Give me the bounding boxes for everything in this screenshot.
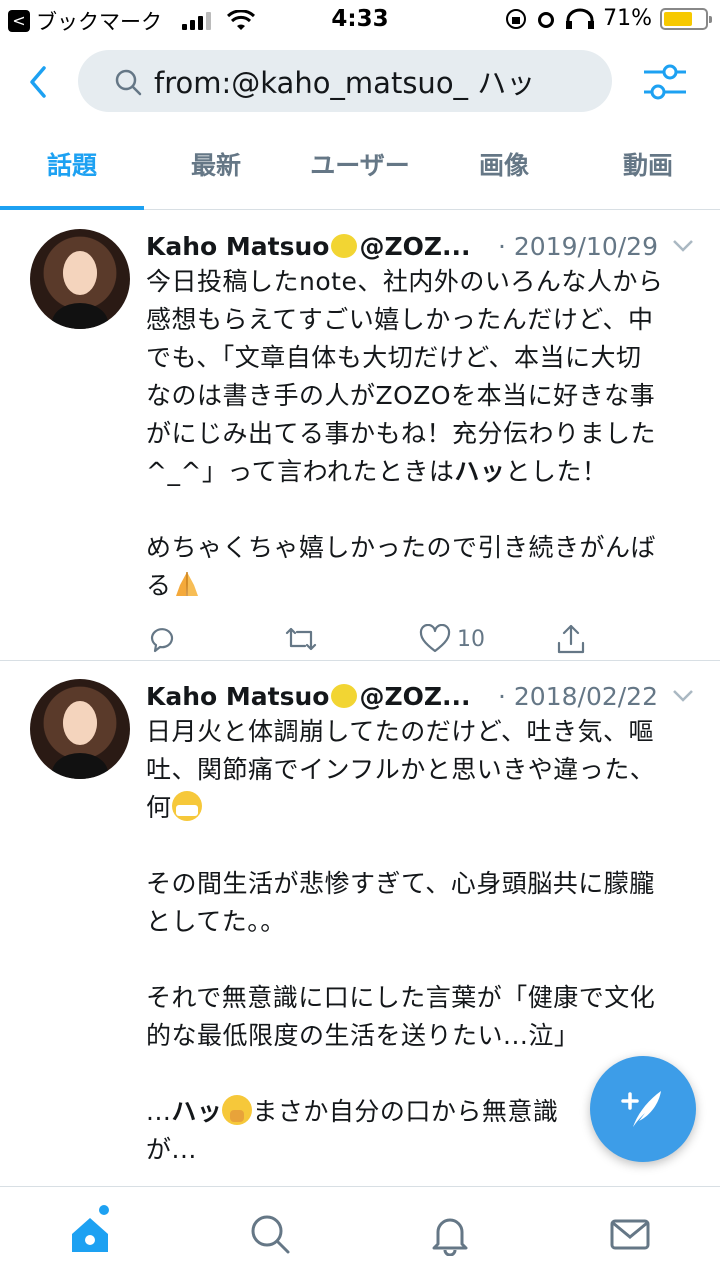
search-header: from:@kaho_matsuo_ ハッ [0,40,720,130]
share-button[interactable] [556,623,693,655]
explore-icon [251,1215,290,1253]
tweet-feed: Kaho Matsuo @ZOZ... · 2019/10/29 今日投稿したn… [0,211,720,1187]
bottom-nav [0,1186,720,1280]
author-name[interactable]: Kaho Matsuo [146,682,329,711]
tab-videos[interactable]: 動画 [576,130,720,209]
status-bar: < ブックマーク 4:33 71% [0,0,720,40]
folded-hands-emoji-icon [175,572,198,596]
reply-icon [150,628,174,653]
lemon-emoji-icon [331,684,358,708]
retweet-icon [285,627,316,651]
compose-button[interactable] [590,1056,696,1162]
notifications-icon [432,1218,468,1256]
like-button[interactable]: 10 [419,624,556,654]
author-handle[interactable]: @ZOZ... [359,682,470,711]
nav-messages[interactable] [540,1187,720,1280]
search-tabs: 話題 最新 ユーザー 画像 動画 [0,130,720,210]
share-icon [557,624,584,654]
chevron-down-icon[interactable] [672,239,694,253]
avatar[interactable] [30,229,130,329]
chevron-down-icon[interactable] [672,689,694,703]
new-content-dot [99,1205,109,1215]
tab-photos[interactable]: 画像 [432,130,576,209]
lemon-emoji-icon [331,234,358,258]
heart-icon [419,624,451,653]
author-name[interactable]: Kaho Matsuo [146,232,329,261]
battery-percent: 71% [603,6,652,31]
tweet-header: Kaho Matsuo @ZOZ... · 2018/02/22 [146,679,692,713]
nav-home[interactable] [0,1187,180,1280]
filter-icon[interactable] [640,60,690,104]
retweet-button[interactable] [283,624,420,654]
reply-button[interactable] [146,624,283,654]
tweet[interactable]: Kaho Matsuo @ZOZ... · 2019/10/29 今日投稿したn… [0,211,720,661]
search-query[interactable]: from:@kaho_matsuo_ ハッ [154,60,574,102]
compose-icon [621,1091,661,1127]
nav-explore[interactable] [180,1187,360,1280]
tab-top[interactable]: 話題 [0,130,144,210]
alarm-icon [538,11,555,28]
tweet-date: · 2018/02/22 [498,681,658,711]
tweet-date: · 2019/10/29 [498,231,658,261]
orientation-lock-icon [506,8,527,29]
back-chevron-icon[interactable] [22,62,54,102]
author-handle[interactable]: @ZOZ... [359,232,470,261]
tweet-text: 今日投稿したnote、社内外のいろんな人から 感想もらえてすごい嬉しかったんだけ… [146,267,664,600]
headphones-icon [566,8,595,29]
hand-over-mouth-emoji-icon [222,1095,253,1125]
search-input[interactable]: from:@kaho_matsuo_ ハッ [78,50,612,112]
tab-latest[interactable]: 最新 [144,130,288,209]
avatar[interactable] [30,679,130,779]
battery-icon [660,7,712,30]
nav-notifications[interactable] [360,1187,540,1280]
search-icon [115,69,142,96]
home-icon [72,1217,108,1252]
face-with-mask-emoji-icon [171,791,202,821]
messages-icon [610,1219,650,1249]
like-count: 10 [457,626,485,652]
tweet-header: Kaho Matsuo @ZOZ... · 2019/10/29 [146,229,692,263]
tab-people[interactable]: ユーザー [288,130,432,209]
